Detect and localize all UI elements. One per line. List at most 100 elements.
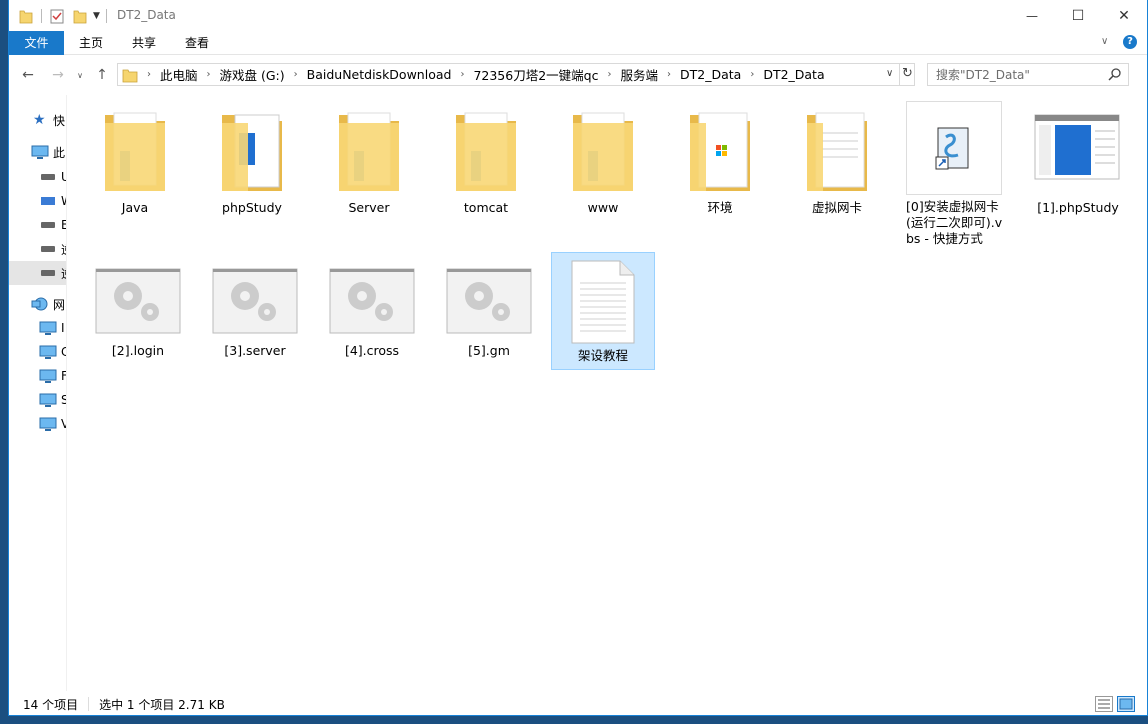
drive-icon <box>41 246 55 252</box>
gear-icon <box>95 268 181 334</box>
sidebar-item-drive-u[interactable]: U <box>9 165 66 189</box>
breadcrumb-package[interactable]: 72356刀塔2一键端qc <box>473 65 598 84</box>
item-label: www <box>587 200 619 215</box>
item-label: [4].cross <box>344 343 400 358</box>
breadcrumb-dt2-data-current[interactable]: DT2_Data <box>763 67 824 82</box>
breadcrumb-dt2-data[interactable]: DT2_Data <box>680 67 741 82</box>
vbs-script-icon <box>935 127 969 170</box>
sidebar-item-this-pc[interactable]: 此 <box>9 140 66 164</box>
address-dropdown-icon[interactable]: ∨ <box>886 68 893 79</box>
up-arrow-icon[interactable]: ↑ <box>91 64 113 86</box>
large-icons-view-button[interactable] <box>1117 696 1135 712</box>
item-label: 环境 <box>707 200 733 215</box>
ribbon-expand-icon[interactable]: ∨ <box>1101 36 1108 47</box>
breadcrumb-download[interactable]: BaiduNetdiskDownload <box>307 67 452 82</box>
sidebar-item-drive-e[interactable]: E <box>9 213 66 237</box>
sidebar-item-drive-w[interactable]: W <box>9 189 66 213</box>
sidebar-item-label: C <box>61 345 66 359</box>
tab-share[interactable]: 共享 <box>124 31 164 55</box>
forward-arrow-icon[interactable]: → <box>47 64 69 86</box>
chevron-right-icon[interactable]: › <box>147 69 151 80</box>
folder-icon <box>105 112 165 191</box>
item-label: [1].phpStudy <box>1037 200 1119 215</box>
drive-icon <box>41 174 55 180</box>
search-placeholder: 搜索"DT2_Data" <box>936 68 1030 82</box>
sidebar-item-network-pc[interactable]: F <box>9 364 66 388</box>
search-input[interactable]: 搜索"DT2_Data" <box>927 63 1129 86</box>
sidebar-item-label: E <box>61 218 66 232</box>
tab-home[interactable]: 主页 <box>71 31 111 55</box>
sidebar-item-drive-g[interactable]: 逆 <box>9 261 66 285</box>
item-label: Java <box>121 200 149 215</box>
file-item-gm[interactable]: [5].gm <box>444 268 534 359</box>
maximize-button[interactable]: ☐ <box>1055 0 1101 31</box>
selection-info: 选中 1 个项目 2.71 KB <box>99 697 225 712</box>
explorer-window: ▼ DT2_Data — ☐ ✕ 文件 主页 共享 查看 ∨ ? ← → ∨ ↑… <box>8 0 1148 716</box>
search-icon[interactable] <box>1108 67 1122 84</box>
tab-view[interactable]: 查看 <box>177 31 217 55</box>
chevron-down-icon[interactable]: ▼ <box>93 11 100 21</box>
address-bar[interactable]: › 此电脑 › 游戏盘 (G:) › BaiduNetdiskDownload … <box>117 63 915 86</box>
breadcrumb-drive[interactable]: 游戏盘 (G:) <box>220 65 285 84</box>
folder-item-server[interactable]: Server <box>317 103 421 216</box>
properties-icon[interactable] <box>50 8 64 24</box>
folder-icon <box>456 112 516 191</box>
item-label: [3].server <box>224 343 286 358</box>
network-icon <box>31 297 48 311</box>
file-item-cross[interactable]: [4].cross <box>327 268 417 359</box>
file-item-phpstudy-app[interactable]: [1].phpStudy <box>1026 103 1130 216</box>
folder-item-env[interactable]: 环境 <box>668 103 772 216</box>
folder-icon <box>807 112 867 191</box>
sidebar-item-network-pc[interactable]: V <box>9 412 66 436</box>
sidebar-item-quick-access[interactable]: ★ 快 <box>9 108 66 132</box>
sidebar-item-drive-f[interactable]: 逆 <box>9 237 66 261</box>
folder-icon[interactable] <box>19 8 33 24</box>
chevron-right-icon[interactable]: › <box>207 69 211 80</box>
computer-icon <box>39 369 57 383</box>
folder-item-tomcat[interactable]: tomcat <box>434 103 538 216</box>
back-arrow-icon[interactable]: ← <box>17 64 39 86</box>
chevron-right-icon[interactable]: › <box>294 69 298 80</box>
chevron-right-icon[interactable]: › <box>667 69 671 80</box>
chevron-right-icon[interactable]: › <box>750 69 754 80</box>
breadcrumb-server[interactable]: 服务端 <box>620 65 658 84</box>
folder-icon <box>690 112 750 191</box>
gear-icon <box>446 268 532 334</box>
tab-file[interactable]: 文件 <box>9 31 64 55</box>
help-icon[interactable]: ? <box>1123 35 1137 49</box>
new-folder-icon[interactable] <box>73 8 87 24</box>
sidebar-item-network-pc[interactable]: C <box>9 340 66 364</box>
sidebar-item-network[interactable]: 网 <box>9 292 66 316</box>
title-bar: ▼ DT2_Data — ☐ ✕ <box>9 0 1147 31</box>
folder-item-virtual-nic[interactable]: 虚拟网卡 <box>785 103 889 216</box>
folder-item-java[interactable]: Java <box>83 103 187 216</box>
minimize-button[interactable]: — <box>1009 0 1055 31</box>
sidebar-item-network-pc[interactable]: I <box>9 316 66 340</box>
chevron-right-icon[interactable]: › <box>460 69 464 80</box>
details-view-button[interactable] <box>1095 696 1113 712</box>
shortcut-item-install-nic[interactable]: [0]安装虚拟网卡(运行二次即可).vbs - 快捷方式 <box>902 101 1006 247</box>
item-label: 架设教程 <box>577 348 628 363</box>
drive-icon <box>41 270 55 276</box>
file-item-server[interactable]: [3].server <box>210 268 300 359</box>
gear-icon <box>212 268 298 334</box>
folder-item-phpstudy[interactable]: phpStudy <box>200 103 304 216</box>
recent-locations-icon[interactable]: ∨ <box>69 64 91 86</box>
folder-item-www[interactable]: www <box>551 103 655 216</box>
sidebar-item-label: 此 <box>53 145 66 160</box>
file-item-login[interactable]: [2].login <box>93 268 183 359</box>
sidebar-item-label: 快 <box>53 113 66 128</box>
folder-icon <box>339 112 399 191</box>
windows-drive-icon <box>41 197 55 205</box>
gear-icon <box>329 268 415 334</box>
chevron-right-icon[interactable]: › <box>607 69 611 80</box>
folder-icon <box>222 114 282 191</box>
file-item-setup-guide[interactable]: 架设教程 <box>551 252 655 370</box>
close-button[interactable]: ✕ <box>1101 0 1147 31</box>
sidebar-item-network-pc[interactable]: S <box>9 388 66 412</box>
breadcrumb-this-pc[interactable]: 此电脑 <box>160 65 198 84</box>
computer-icon <box>39 393 57 407</box>
refresh-icon[interactable]: ↻ <box>902 66 913 81</box>
computer-icon <box>39 321 57 335</box>
large-icons-view-icon <box>1119 698 1133 710</box>
